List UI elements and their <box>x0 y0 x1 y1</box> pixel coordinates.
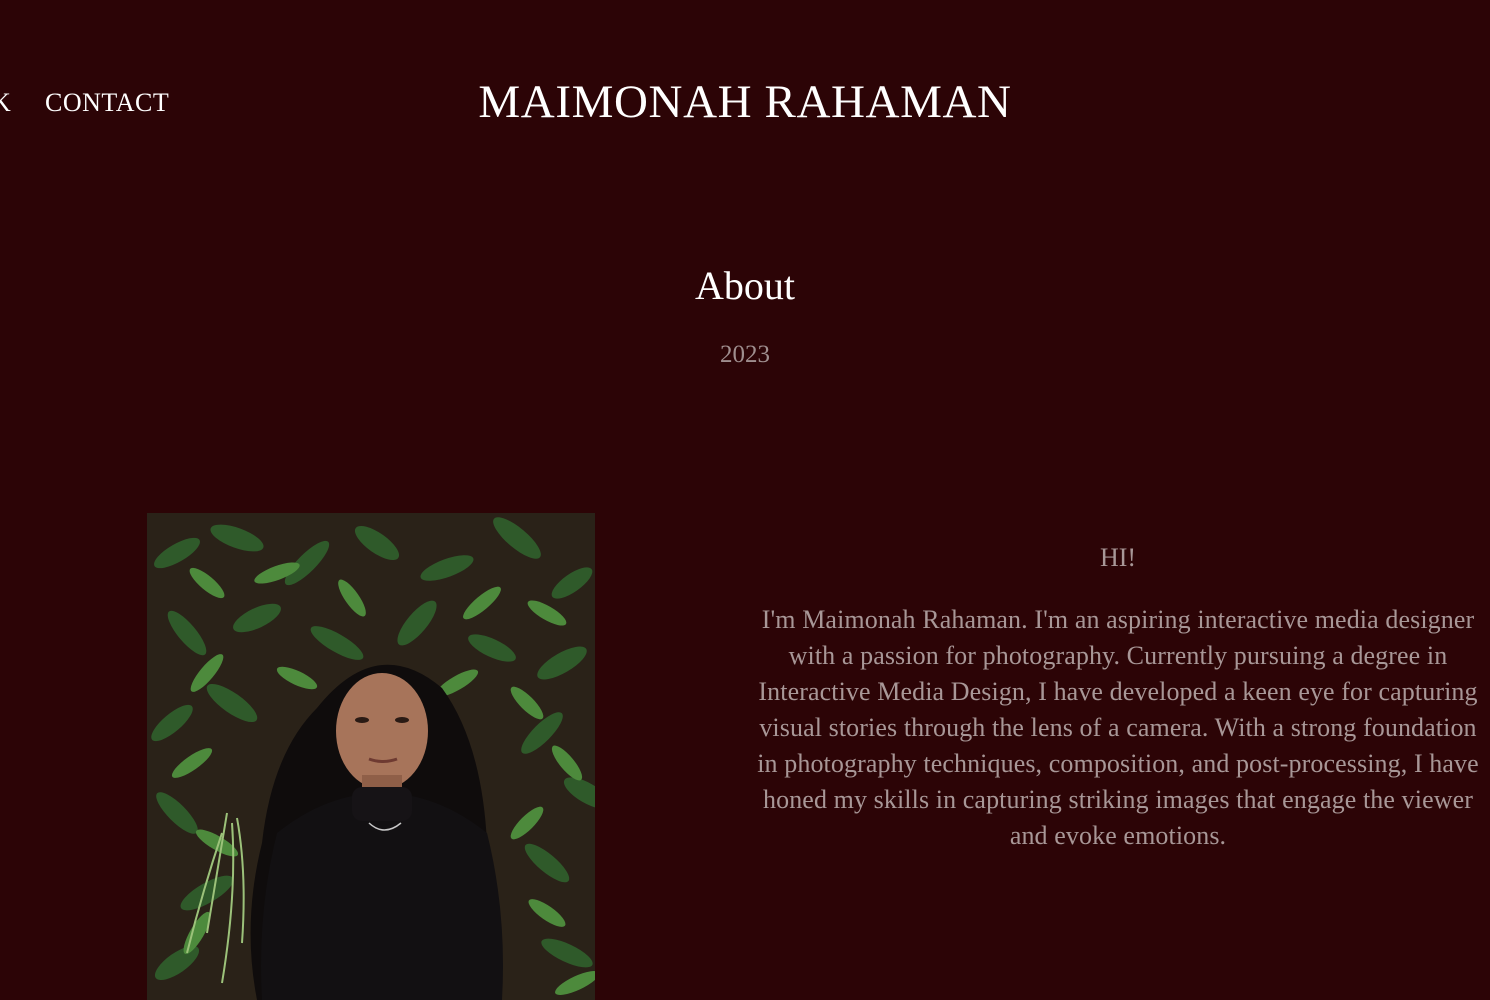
site-header: K CONTACT MAIMONAH RAHAMAN <box>0 0 1490 200</box>
bio-text: I'm Maimonah Rahaman. I'm an aspiring in… <box>757 605 1479 850</box>
bio-greeting: HI! <box>1099 543 1137 572</box>
page-year: 2023 <box>720 341 770 368</box>
bio-section: HI! I'm Maimonah Rahaman. I'm an aspirin… <box>752 540 1484 854</box>
portrait-photo <box>147 513 595 1000</box>
page-title: About <box>695 263 795 308</box>
site-title[interactable]: MAIMONAH RAHAMAN <box>0 74 1490 130</box>
